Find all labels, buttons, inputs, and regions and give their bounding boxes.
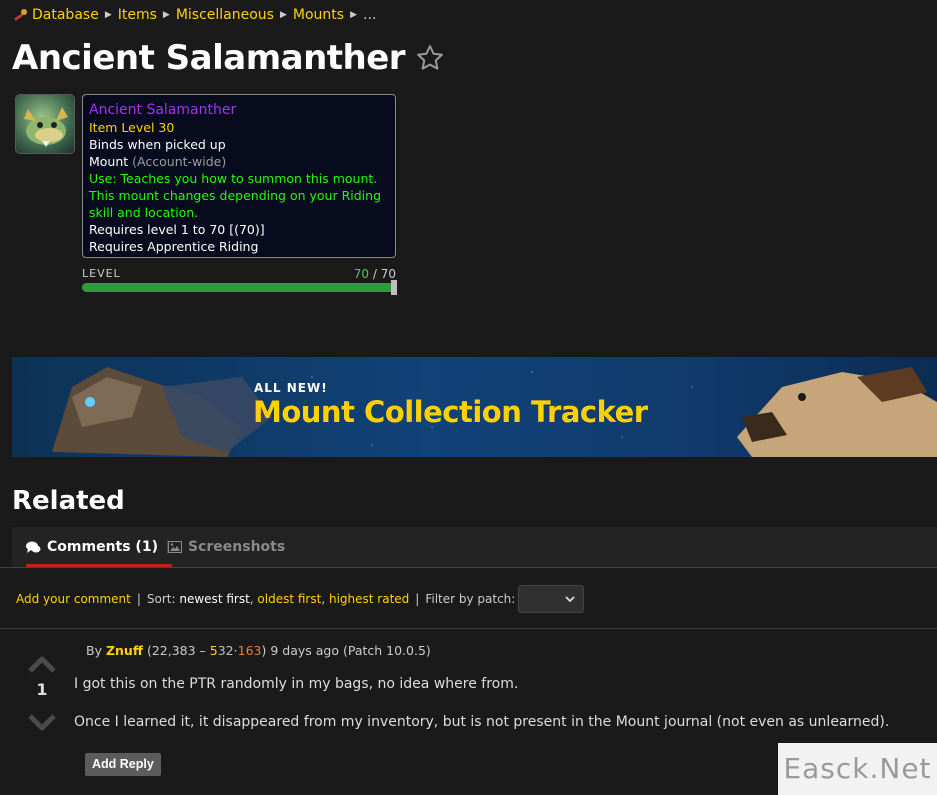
comment-toolbar: Add your comment | Sort: newest first, o…: [16, 585, 585, 613]
level-label: LEVEL: [82, 267, 121, 280]
tooltip-binds: Binds when picked up: [89, 137, 226, 152]
sort-label: Sort:: [146, 592, 176, 606]
reputation-close: ): [261, 643, 267, 658]
comment-paragraph: Once I learned it, it disappeared from m…: [74, 714, 890, 730]
banner-kicker: ALL NEW!: [254, 381, 328, 395]
level-slider-fill: [82, 283, 396, 292]
breadcrumb-items[interactable]: Items: [118, 7, 157, 23]
filter-patch-label: Filter by patch:: [425, 592, 516, 606]
separator: |: [136, 592, 141, 606]
level-slider[interactable]: [82, 280, 397, 295]
breadcrumb-database[interactable]: Database: [32, 7, 99, 23]
level-row: LEVEL 70 / 70: [82, 267, 396, 281]
badge-silver-count: 32: [217, 643, 234, 658]
upvote-arrow-icon[interactable]: [28, 655, 56, 673]
add-reply-button[interactable]: Add Reply: [85, 753, 161, 776]
star-icon[interactable]: [415, 43, 445, 73]
item-icon[interactable]: [15, 94, 75, 154]
level-current: 70: [353, 267, 370, 281]
tooltip-use-line-1[interactable]: Use: Teaches you how to summon this moun…: [89, 170, 389, 187]
tooltip-item-level: Item Level 30: [89, 120, 175, 135]
tooltip-mount-line: Mount (Account-wide): [89, 153, 389, 170]
comment-paragraph: I got this on the PTR randomly in my bag…: [74, 676, 519, 692]
breadcrumb-miscellaneous[interactable]: Miscellaneous: [176, 7, 274, 23]
tooltip-required-riding: Requires Apprentice Riding: [89, 239, 259, 254]
badge-bronze-count: 163: [237, 643, 262, 658]
sort-newest[interactable]: newest first: [179, 592, 249, 606]
comments-icon: [26, 541, 41, 553]
breadcrumb-arrow-icon: ▶: [162, 10, 170, 20]
tab-screenshots-label: Screenshots: [188, 539, 286, 555]
badge-gold-count: 5: [209, 643, 218, 658]
tooltip-mount-label: Mount: [89, 154, 129, 169]
mount-tracker-banner[interactable]: ALL NEW! Mount Collection Tracker: [12, 357, 937, 457]
divider: [0, 567, 937, 568]
breadcrumb-ellipsis: ...: [363, 7, 377, 23]
chevron-down-icon: [565, 596, 575, 603]
watermark: Easck.Net: [778, 743, 937, 795]
breadcrumb-arrow-icon: ▶: [279, 10, 287, 20]
page-title-container: Ancient Salamanther: [12, 38, 445, 78]
divider: [0, 628, 937, 629]
sort-oldest[interactable]: oldest first: [257, 592, 321, 606]
comment-by: By: [86, 643, 102, 658]
image-icon: [168, 541, 182, 553]
downvote-arrow-icon[interactable]: [28, 714, 56, 732]
banner-headline: Mount Collection Tracker: [253, 395, 648, 429]
salamanther-portrait-icon: [24, 107, 68, 147]
tooltip-use-line-3: skill and location.: [89, 205, 199, 220]
breadcrumb-mounts[interactable]: Mounts: [293, 7, 344, 23]
level-max: 70: [380, 267, 396, 281]
comment-author[interactable]: Znuff: [106, 643, 143, 658]
sort-highest[interactable]: highest rated: [329, 592, 409, 606]
tab-comments[interactable]: Comments (1): [26, 527, 172, 567]
related-tabs: Comments (1) Screenshots: [12, 527, 937, 567]
add-comment-link[interactable]: Add your comment: [16, 592, 131, 606]
breadcrumb: Database ▶ Items ▶ Miscellaneous ▶ Mount…: [12, 5, 376, 25]
tab-screenshots[interactable]: Screenshots: [168, 527, 285, 567]
breadcrumb-arrow-icon: ▶: [350, 10, 358, 20]
comment-meta: By Znuff (22,383 – 532·163) 9 days ago (…: [86, 643, 431, 658]
comment-score: 1: [36, 680, 48, 699]
tab-comments-label: Comments (1): [47, 539, 158, 555]
separator: |: [415, 592, 420, 606]
author-reputation: (22,383 –: [146, 643, 206, 658]
level-value: 70 / 70: [353, 267, 396, 281]
tooltip-item-name: Ancient Salamanther: [89, 102, 237, 118]
tooltip-use-line-2: This mount changes depending on your Rid…: [89, 188, 382, 203]
level-slider-handle[interactable]: [391, 280, 397, 295]
tooltip-required-level: Requires level 1 to 70 [(70)]: [89, 222, 265, 237]
related-heading: Related: [12, 486, 125, 516]
comment-timestamp: 9 days ago (Patch 10.0.5): [270, 643, 431, 658]
patch-filter-select[interactable]: [518, 585, 585, 613]
page-title: Ancient Salamanther: [12, 38, 406, 78]
item-tooltip: Ancient Salamanther Item Level 30 Binds …: [82, 94, 396, 258]
tooltip-account-wide: (Account-wide): [132, 154, 227, 169]
wrench-icon: [14, 9, 27, 21]
breadcrumb-arrow-icon: ▶: [104, 10, 112, 20]
